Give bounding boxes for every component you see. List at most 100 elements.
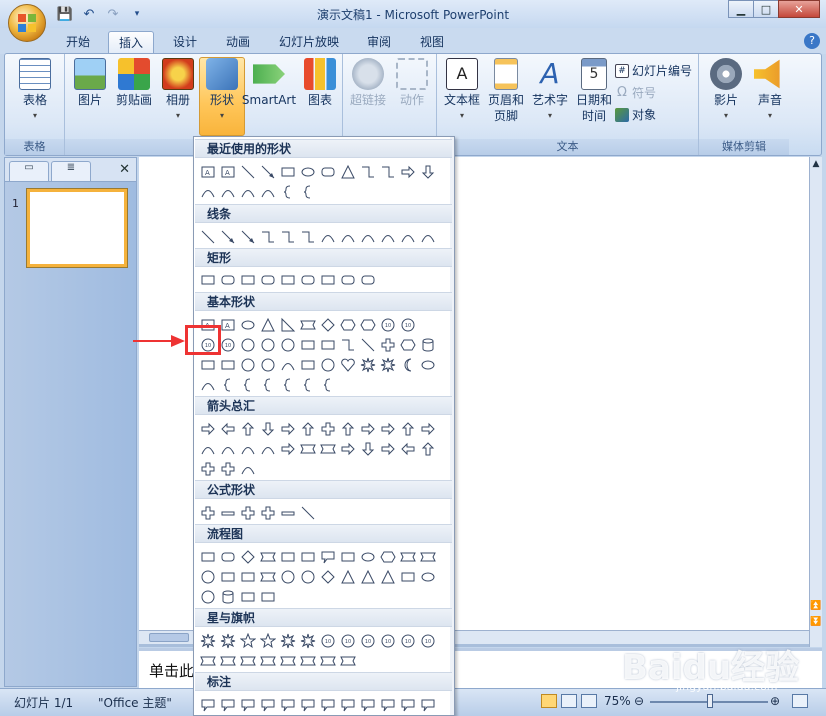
circ-shape-icon[interactable] — [298, 567, 318, 587]
textbox-shape-icon[interactable]: A — [218, 315, 238, 335]
curve-shape-icon[interactable] — [238, 459, 258, 479]
prev-slide-icon[interactable]: ⏫ — [810, 601, 822, 613]
darrow-shape-icon[interactable] — [418, 162, 438, 182]
rrect-shape-icon[interactable] — [218, 270, 238, 290]
brace-shape-icon[interactable] — [238, 375, 258, 395]
rect-shape-icon[interactable] — [238, 587, 258, 607]
banner-shape-icon[interactable] — [278, 651, 298, 671]
rarrow-shape-icon[interactable] — [278, 419, 298, 439]
line-shape-icon[interactable] — [198, 227, 218, 247]
scroll-up-icon[interactable]: ▲ — [810, 159, 822, 171]
rrect-shape-icon[interactable] — [258, 270, 278, 290]
rect-shape-icon[interactable] — [238, 270, 258, 290]
rarrow-shape-icon[interactable] — [338, 439, 358, 459]
banner-shape-icon[interactable] — [298, 315, 318, 335]
arrowline-shape-icon[interactable] — [238, 227, 258, 247]
rect-shape-icon[interactable] — [278, 162, 298, 182]
callout-shape-icon[interactable] — [258, 695, 278, 715]
callout-shape-icon[interactable] — [358, 695, 378, 715]
banner-shape-icon[interactable] — [318, 439, 338, 459]
oval-shape-icon[interactable] — [298, 162, 318, 182]
callout-shape-icon[interactable] — [218, 695, 238, 715]
arrowline-shape-icon[interactable] — [258, 162, 278, 182]
circ-shape-icon[interactable] — [238, 355, 258, 375]
circ-shape-icon[interactable] — [198, 567, 218, 587]
heart-shape-icon[interactable] — [338, 355, 358, 375]
plus-shape-icon[interactable] — [258, 503, 278, 523]
rect-shape-icon[interactable] — [298, 335, 318, 355]
darrow-shape-icon[interactable] — [258, 419, 278, 439]
textbox-shape-icon[interactable]: A — [218, 162, 238, 182]
callout-shape-icon[interactable] — [318, 547, 338, 567]
arrowline-shape-icon[interactable] — [218, 227, 238, 247]
banner-shape-icon[interactable] — [218, 651, 238, 671]
curve-shape-icon[interactable] — [378, 227, 398, 247]
banner-shape-icon[interactable] — [298, 439, 318, 459]
darrow-shape-icon[interactable] — [358, 439, 378, 459]
hex-shape-icon[interactable] — [338, 315, 358, 335]
elbow-shape-icon[interactable] — [378, 162, 398, 182]
rrect-shape-icon[interactable] — [298, 270, 318, 290]
album-button[interactable]: 相册 ▾ — [155, 58, 201, 124]
decagon-shape-icon[interactable]: 10 — [418, 631, 438, 651]
curve-shape-icon[interactable] — [358, 227, 378, 247]
decagon-shape-icon[interactable]: 10 — [378, 631, 398, 651]
brace-shape-icon[interactable] — [278, 182, 298, 202]
banner-shape-icon[interactable] — [398, 547, 418, 567]
decagon-shape-icon[interactable]: 10 — [358, 631, 378, 651]
uarrow-shape-icon[interactable] — [418, 439, 438, 459]
brace-shape-icon[interactable] — [258, 375, 278, 395]
curve-shape-icon[interactable] — [278, 355, 298, 375]
decagon-shape-icon[interactable]: 10 — [378, 315, 398, 335]
zoom-in-icon[interactable]: ⊕ — [770, 694, 780, 708]
oval-shape-icon[interactable] — [418, 355, 438, 375]
rrect-shape-icon[interactable] — [338, 270, 358, 290]
circ-shape-icon[interactable] — [198, 587, 218, 607]
tri-shape-icon[interactable] — [358, 567, 378, 587]
picture-button[interactable]: 图片 — [67, 58, 113, 108]
curve-shape-icon[interactable] — [238, 182, 258, 202]
diamond-shape-icon[interactable] — [318, 315, 338, 335]
curve-shape-icon[interactable] — [238, 439, 258, 459]
curve-shape-icon[interactable] — [198, 182, 218, 202]
zoom-out-icon[interactable]: ⊖ — [634, 694, 644, 708]
hex-shape-icon[interactable] — [398, 335, 418, 355]
action-button[interactable]: 动作 — [389, 58, 435, 108]
rect-shape-icon[interactable] — [318, 335, 338, 355]
tab-insert[interactable]: 插入 — [108, 31, 155, 54]
oval-shape-icon[interactable] — [238, 315, 258, 335]
banner-shape-icon[interactable] — [238, 651, 258, 671]
rarrow-shape-icon[interactable] — [398, 162, 418, 182]
rarrow-shape-icon[interactable] — [378, 439, 398, 459]
decagon-shape-icon[interactable]: 10 — [338, 631, 358, 651]
rect-shape-icon[interactable] — [318, 270, 338, 290]
callout-shape-icon[interactable] — [198, 695, 218, 715]
banner-shape-icon[interactable] — [298, 651, 318, 671]
rect-shape-icon[interactable] — [218, 567, 238, 587]
burst-shape-icon[interactable] — [358, 355, 378, 375]
elbow-shape-icon[interactable] — [298, 227, 318, 247]
movie-button[interactable]: 影片 ▾ — [703, 58, 749, 124]
wordart-button[interactable]: A 艺术字 ▾ — [527, 58, 573, 124]
tab-slides[interactable]: ▭ — [9, 161, 49, 181]
rect-shape-icon[interactable] — [298, 355, 318, 375]
uarrow-shape-icon[interactable] — [298, 419, 318, 439]
banner-shape-icon[interactable] — [318, 651, 338, 671]
rect-shape-icon[interactable] — [238, 567, 258, 587]
rect-shape-icon[interactable] — [298, 547, 318, 567]
clipart-button[interactable]: 剪贴画 — [111, 58, 157, 108]
circ-shape-icon[interactable] — [278, 567, 298, 587]
banner-shape-icon[interactable] — [258, 547, 278, 567]
header-footer-button[interactable]: 页眉和 页脚 — [483, 58, 529, 124]
sound-button[interactable]: 声音 ▾ — [747, 58, 793, 124]
rtri-shape-icon[interactable] — [278, 315, 298, 335]
rect-shape-icon[interactable] — [258, 587, 278, 607]
oval-shape-icon[interactable] — [418, 567, 438, 587]
circ-shape-icon[interactable] — [238, 335, 258, 355]
plus-shape-icon[interactable] — [218, 459, 238, 479]
brace-shape-icon[interactable] — [218, 375, 238, 395]
callout-shape-icon[interactable] — [238, 695, 258, 715]
banner-shape-icon[interactable] — [198, 651, 218, 671]
textbox-button[interactable]: A 文本框 ▾ — [439, 58, 485, 124]
elbow-shape-icon[interactable] — [278, 227, 298, 247]
